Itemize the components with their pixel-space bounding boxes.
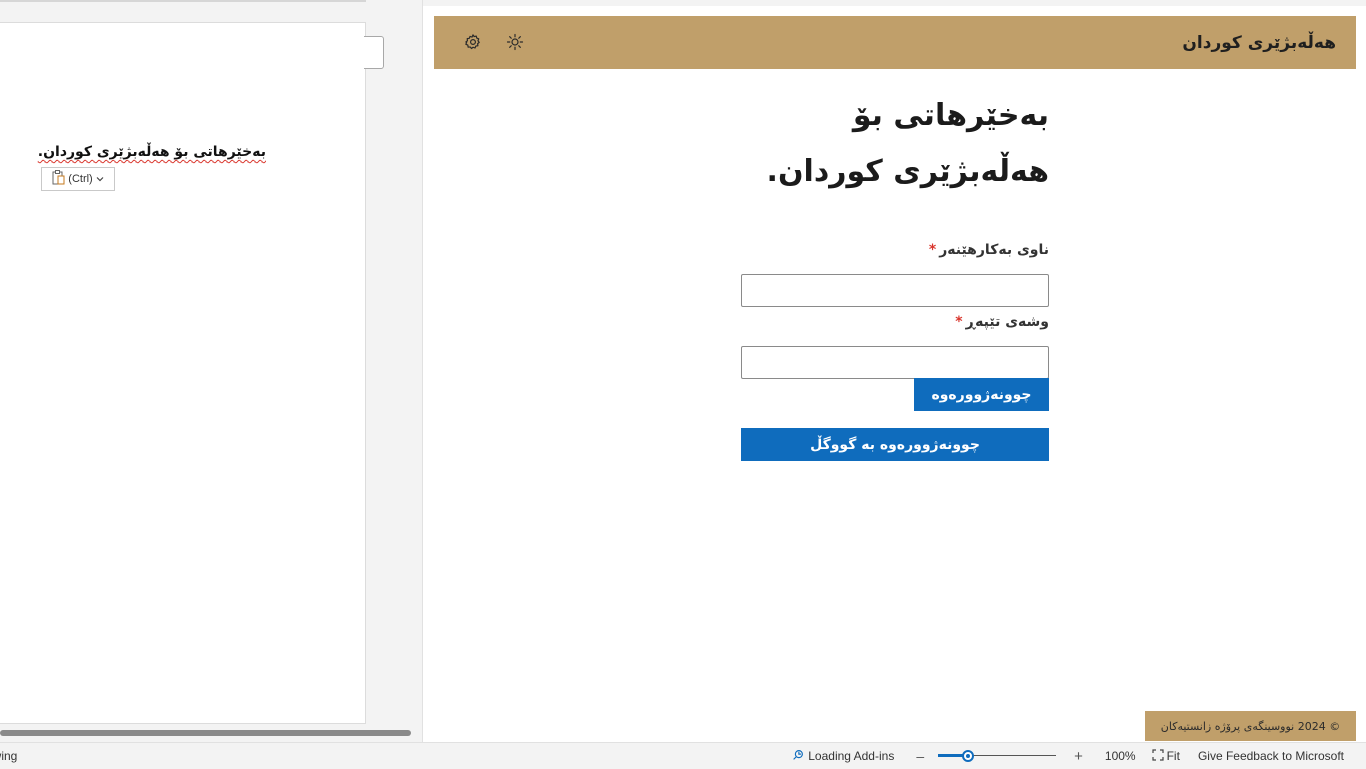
- settings-gear-icon[interactable]: [462, 31, 484, 53]
- username-label: ناوی بەکارهێنەر*: [929, 242, 1049, 258]
- loading-addins-label: Loading Add-ins: [808, 749, 895, 763]
- give-feedback-link[interactable]: Give Feedback to Microsoft: [1198, 749, 1344, 763]
- username-label-text: ناوی بەکارهێنەر: [939, 242, 1049, 258]
- loading-addins-item[interactable]: Loading Add-ins: [791, 748, 894, 765]
- sun-theme-icon[interactable]: [504, 31, 526, 53]
- header-icon-group: [462, 31, 526, 53]
- zoom-in-button[interactable]: +: [1074, 748, 1083, 765]
- status-right-group: Loading Add-ins – + 100% Fit Give Feedba…: [791, 743, 1344, 769]
- addin-task-pane: هەڵەبژێری کوردان بەخێرهاتی بۆ هەڵەبژێری …: [422, 0, 1366, 742]
- username-input[interactable]: [741, 274, 1049, 307]
- required-marker: *: [955, 314, 963, 330]
- status-left-text: owing: [0, 749, 18, 763]
- footer-copyright: © 2024 نووسینگەی پرۆژە زانستیەکان: [1145, 711, 1356, 741]
- fit-icon: [1151, 748, 1164, 764]
- document-area: بەخێرهاتی بۆ هەڵەبژێری کوردان. (Ctrl): [0, 0, 422, 742]
- status-bar: owing Loading Add-ins – + 100% Fit: [0, 742, 1366, 768]
- google-login-button[interactable]: چوونەژوورەوە بە گووگڵ: [741, 428, 1049, 461]
- password-label-text: وشەی تێپەڕ: [965, 314, 1049, 330]
- paste-options-button[interactable]: (Ctrl): [41, 167, 115, 191]
- app-title: هەڵەبژێری کوردان: [1182, 32, 1336, 53]
- required-marker: *: [928, 242, 937, 258]
- pane-top-strip: [423, 0, 1366, 6]
- welcome-heading: بەخێرهاتی بۆ هەڵەبژێری کوردان.: [766, 98, 1049, 189]
- password-input[interactable]: [741, 346, 1049, 379]
- fit-label: Fit: [1166, 749, 1180, 763]
- document-textbox-edge[interactable]: [364, 36, 384, 69]
- zoom-slider-thumb[interactable]: [962, 750, 975, 762]
- chevron-down-icon: [96, 173, 104, 185]
- zoom-slider[interactable]: [938, 748, 1057, 764]
- clipboard-icon: [52, 170, 65, 188]
- password-label: وشەی تێپەڕ*: [955, 314, 1049, 330]
- horizontal-scrollbar[interactable]: [0, 730, 411, 736]
- fit-button[interactable]: Fit: [1151, 748, 1180, 764]
- paste-options-label: (Ctrl): [68, 173, 93, 185]
- addins-loading-icon: [791, 748, 805, 765]
- document-page[interactable]: [0, 22, 366, 724]
- login-form-area: بەخێرهاتی بۆ هەڵەبژێری کوردان. ناوی بەکا…: [741, 88, 1049, 461]
- login-button[interactable]: چوونەژوورەوە: [914, 378, 1049, 411]
- document-pasted-text[interactable]: بەخێرهاتی بۆ هەڵەبژێری کوردان.: [0, 144, 266, 160]
- document-top-edge: [0, 0, 366, 2]
- app-header: هەڵەبژێری کوردان: [434, 16, 1356, 69]
- zoom-percent[interactable]: 100%: [1105, 749, 1136, 763]
- zoom-out-button[interactable]: –: [916, 748, 924, 764]
